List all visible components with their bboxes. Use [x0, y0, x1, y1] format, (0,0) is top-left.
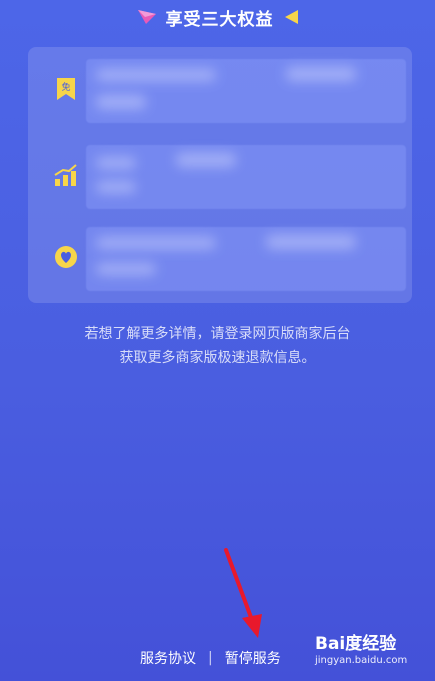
heart-badge-icon: [55, 246, 77, 268]
header-title: 享受三大权益: [165, 9, 274, 30]
benefit-content-blurred: [86, 145, 406, 209]
pause-service-link[interactable]: 暂停服务: [225, 648, 281, 668]
benefit-item-free: 免: [28, 53, 412, 131]
service-agreement-link[interactable]: 服务协议: [140, 648, 196, 668]
red-arrow-annotation: [224, 548, 262, 638]
header: 享受三大权益: [0, 4, 435, 30]
info-line-2: 获取更多商家版极速退款信息。: [119, 350, 316, 366]
svg-text:免: 免: [61, 81, 70, 93]
benefits-card: 免: [28, 47, 412, 303]
free-badge-icon: 免: [57, 78, 75, 100]
paper-plane-icon: [137, 10, 156, 24]
benefit-content-blurred: [86, 227, 406, 291]
benefit-content-blurred: [86, 59, 406, 123]
footer: 服务协议 | 暂停服务: [140, 648, 281, 668]
info-line-1: 若想了解更多详情，请登录网页版商家后台: [84, 326, 351, 342]
footer-separator: |: [208, 650, 213, 666]
watermark-url: jingyan.baidu.com: [315, 655, 408, 666]
benefit-item-growth: [28, 139, 412, 217]
growth-chart-icon: [54, 164, 77, 186]
info-text: 若想了解更多详情，请登录网页版商家后台 获取更多商家版极速退款信息。: [0, 322, 435, 370]
watermark-brand: Bai度经验: [315, 634, 397, 654]
watermark: Bai度经验 jingyan.baidu.com: [315, 634, 415, 674]
benefit-item-heart: [28, 221, 412, 299]
flag-icon: [284, 10, 298, 24]
